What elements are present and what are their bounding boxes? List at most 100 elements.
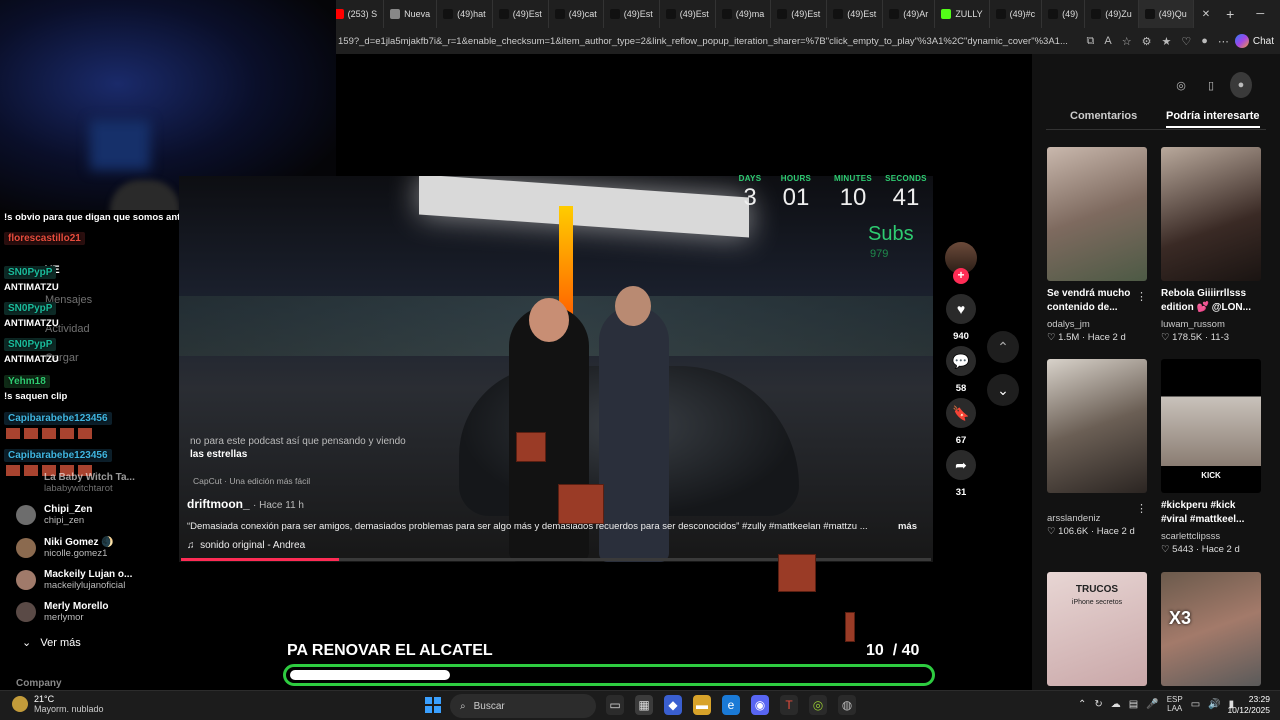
share-icon[interactable]: ➦ <box>946 450 976 480</box>
edge-icon[interactable]: e <box>722 695 740 715</box>
copilot-chat-button[interactable]: Chat <box>1234 34 1280 48</box>
volume-icon[interactable]: 🔊 <box>1208 699 1220 710</box>
comment-action[interactable]: 💬 58 <box>942 346 980 394</box>
app-tf-icon[interactable]: T <box>780 695 798 715</box>
follow-plus-button[interactable]: + <box>953 268 969 284</box>
display-icon[interactable]: ▭ <box>1191 699 1200 710</box>
video-thumbnail[interactable] <box>1047 147 1147 281</box>
browser-tab[interactable]: (49)Qu <box>1138 0 1194 28</box>
card-user[interactable]: arsslandeniz <box>1047 513 1147 524</box>
recommended-video-card[interactable]: arsslandeniz ♡ 106.6K · Hace 2 d ⋮ <box>1047 359 1147 537</box>
card-user[interactable]: odalys_jm <box>1047 319 1147 330</box>
recommended-video-card[interactable]: Se vendrá mucho contenido de... odalys_j… <box>1047 147 1147 343</box>
video-author[interactable]: driftmoon_ · Hace 11 h <box>187 497 304 511</box>
store-icon[interactable]: ▦ <box>635 695 653 715</box>
copilot-app-icon[interactable]: ◆ <box>664 695 682 715</box>
author-name[interactable]: driftmoon_ <box>187 497 250 511</box>
video-thumbnail[interactable] <box>1047 359 1147 493</box>
open-in-window-icon[interactable]: ⧉ <box>1087 35 1095 48</box>
browser-tab[interactable]: (49)Est <box>660 0 716 28</box>
following-account[interactable]: Mackeily Lujan o... mackeilylujanoficial <box>16 569 132 591</box>
profile-avatar-icon[interactable]: ● <box>1201 35 1208 47</box>
following-account[interactable]: Niki Gomez 🌒 nicolle.gomez1 <box>16 537 114 559</box>
browser-tab[interactable]: (49)Est <box>827 0 884 28</box>
browser-tab[interactable]: Nueva <box>384 0 438 28</box>
user-avatar[interactable]: ● <box>1230 72 1252 98</box>
card-user[interactable]: luwam_russom <box>1161 319 1261 330</box>
next-video-button[interactable]: ⌄ <box>987 374 1019 406</box>
file-explorer-icon[interactable]: ▬ <box>693 695 711 715</box>
weather-widget[interactable]: 21°C Mayorm. nublado <box>12 694 104 714</box>
recommended-video-card[interactable]: Rebola Giiiirrllsss edition 💕 @LON... lu… <box>1161 147 1261 343</box>
extension-icon[interactable]: ⚙ <box>1142 35 1152 48</box>
card-title[interactable]: Se vendrá mucho contenido de... <box>1047 287 1147 315</box>
card-title[interactable]: Rebola Giiiirrllsss edition 💕 @LON... <box>1161 287 1261 315</box>
bookmark-icon[interactable]: 🔖 <box>946 398 976 428</box>
url-text[interactable]: 159?_d=e1jla5mjakfb7i&_r=1&enable_checks… <box>338 36 1081 47</box>
refresh-icon[interactable]: ↻ <box>1094 699 1102 710</box>
see-more-button[interactable]: ⌄ Ver más <box>22 636 81 649</box>
following-account[interactable]: La Baby Witch Ta... lababywitchtarot <box>16 472 135 494</box>
video-thumbnail[interactable]: TRUCOS iPhone secretos <box>1047 572 1147 686</box>
taskbar-search[interactable]: ⌕ Buscar <box>450 694 596 718</box>
sound-name[interactable]: sonido original - Andrea <box>200 540 305 551</box>
company-link[interactable]: Company <box>16 678 62 689</box>
tab-comments[interactable]: Comentarios <box>1070 110 1137 122</box>
browser-tab[interactable]: (49)hat <box>437 0 493 28</box>
new-tab-button[interactable]: + <box>1218 6 1242 22</box>
comment-icon[interactable]: 💬 <box>946 346 976 376</box>
browser-tab[interactable]: (49)Est <box>604 0 660 28</box>
following-account[interactable]: Merly Morello merlymor <box>16 601 108 623</box>
minimize-button[interactable]: ─ <box>1242 0 1278 28</box>
browser-tab[interactable]: (49)#c <box>990 0 1043 28</box>
obs-icon[interactable]: ◍ <box>838 695 856 715</box>
compass-icon[interactable]: ◎ <box>1170 72 1192 98</box>
language-indicator[interactable]: ESP LAA <box>1167 695 1183 713</box>
tray-chevron-icon[interactable]: ⌃ <box>1078 699 1086 710</box>
previous-video-button[interactable]: ⌃ <box>987 331 1019 363</box>
more-button[interactable]: más <box>898 521 917 532</box>
tab-recommended[interactable]: Podría interesarte <box>1166 110 1260 128</box>
browser-tab[interactable]: (49)ma <box>716 0 772 28</box>
read-aloud-icon[interactable]: A <box>1104 35 1111 47</box>
more-options-icon[interactable]: ⋮ <box>1136 502 1147 515</box>
browser-tab[interactable]: (49)cat <box>549 0 604 28</box>
card-title[interactable]: #kickperu #kick #viral #mattkeel... <box>1161 499 1261 527</box>
browser-tab[interactable]: ZULLY <box>935 0 990 28</box>
task-view-icon[interactable]: ▭ <box>606 695 624 715</box>
address-bar[interactable]: 159?_d=e1jla5mjakfb7i&_r=1&enable_checks… <box>336 28 1280 54</box>
browser-tab[interactable]: (253) S <box>328 0 385 28</box>
video-thumbnail[interactable]: KICK <box>1161 359 1261 493</box>
browser-essentials-icon[interactable]: ♡ <box>1181 35 1191 48</box>
share-action[interactable]: ➦ 31 <box>942 450 980 498</box>
save-action[interactable]: 🔖 67 <box>942 398 980 446</box>
browser-tab[interactable]: (49)Est <box>493 0 549 28</box>
tab-close-icon[interactable]: ✕ <box>1194 9 1218 20</box>
like-action[interactable]: ♥ 940 <box>942 294 980 342</box>
video-thumbnail[interactable] <box>1161 147 1261 281</box>
favorite-star-icon[interactable]: ☆ <box>1122 35 1132 48</box>
favorites-icon[interactable]: ★ <box>1161 35 1171 48</box>
microphone-icon[interactable]: 🎤 <box>1146 699 1158 710</box>
system-clock[interactable]: 23:29 10/12/2025 <box>1226 694 1270 716</box>
browser-tab[interactable]: (49)Ar <box>883 0 936 28</box>
heart-icon[interactable]: ♥ <box>946 294 976 324</box>
video-thumbnail[interactable]: X3 <box>1161 572 1261 686</box>
video-progress-bar[interactable] <box>181 558 931 561</box>
video-sound[interactable]: ♫ sonido original - Andrea <box>187 540 305 551</box>
more-options-icon[interactable]: ⋮ <box>1136 290 1147 303</box>
more-menu-icon[interactable]: ⋯ <box>1218 35 1229 48</box>
app-circle-icon[interactable]: ◎ <box>809 695 827 715</box>
discord-icon[interactable]: ◉ <box>751 695 769 715</box>
browser-tab[interactable]: (49)Est <box>771 0 828 28</box>
network-icon[interactable]: ▤ <box>1129 699 1138 710</box>
recommended-video-card[interactable]: TRUCOS iPhone secretos <box>1047 572 1147 686</box>
onedrive-icon[interactable]: ☁ <box>1111 699 1121 710</box>
start-button[interactable] <box>425 697 441 713</box>
browser-tab[interactable]: (49)Zu <box>1085 0 1139 28</box>
browser-tab[interactable]: (49) <box>1042 0 1086 28</box>
capcut-label[interactable]: CapCut · Una edición más fácil <box>193 476 310 486</box>
recommended-video-card[interactable]: KICK #kickperu #kick #viral #mattkeel...… <box>1161 359 1261 555</box>
device-icon[interactable]: ▯ <box>1200 72 1222 98</box>
following-account[interactable]: Chipi_Zen chipi_zen <box>16 504 92 526</box>
